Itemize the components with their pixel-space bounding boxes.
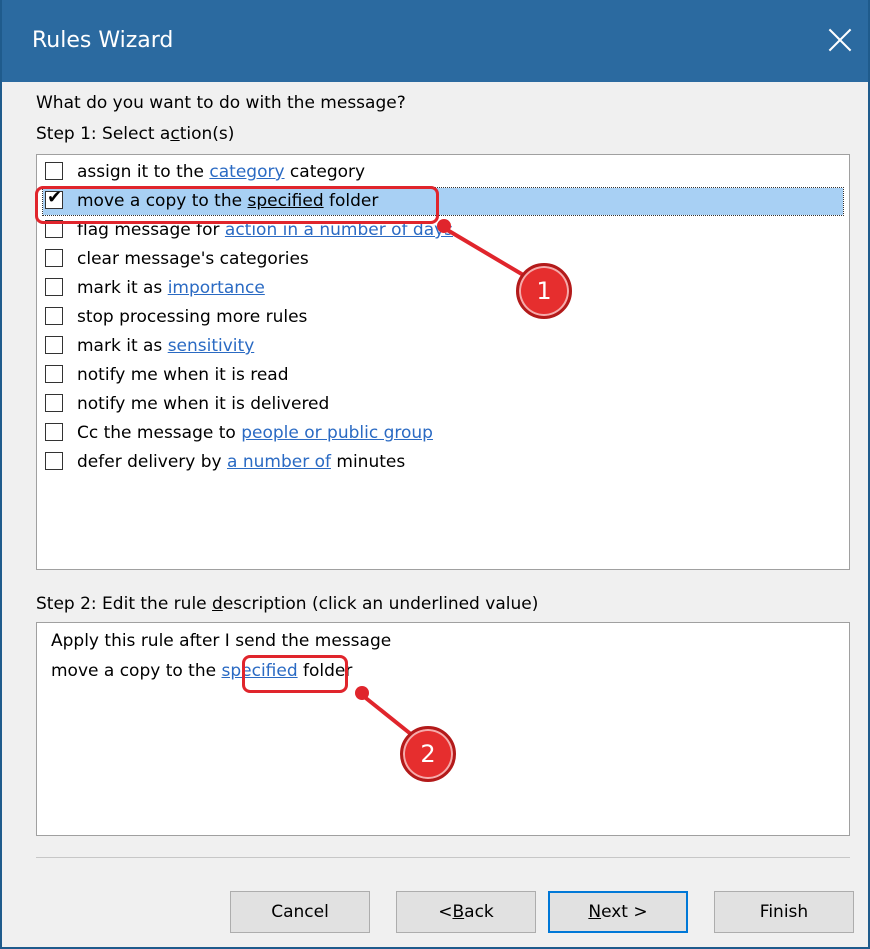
divider bbox=[36, 857, 850, 858]
action-value-link[interactable]: a number of bbox=[227, 452, 331, 472]
action-label: notify me when it is read bbox=[77, 365, 289, 385]
checkbox[interactable] bbox=[45, 365, 63, 383]
prompt-text: What do you want to do with the message? bbox=[36, 93, 406, 113]
finish-button[interactable]: Finish bbox=[714, 891, 854, 933]
action-value-link[interactable]: sensitivity bbox=[168, 336, 255, 356]
action-label: assign it to the category category bbox=[77, 162, 366, 182]
highlight-box-1 bbox=[35, 186, 439, 224]
action-row[interactable]: Cc the message to people or public group bbox=[43, 420, 843, 447]
close-icon[interactable] bbox=[822, 22, 858, 58]
checkbox[interactable] bbox=[45, 162, 63, 180]
next-button[interactable]: Next > bbox=[548, 891, 688, 933]
checkbox[interactable] bbox=[45, 423, 63, 441]
action-row[interactable]: defer delivery by a number of minutes bbox=[43, 449, 843, 476]
action-row[interactable]: mark it as sensitivity bbox=[43, 333, 843, 360]
action-label: mark it as sensitivity bbox=[77, 336, 255, 356]
rules-wizard-dialog: Rules Wizard What do you want to do with… bbox=[0, 0, 870, 949]
action-label: mark it as importance bbox=[77, 278, 265, 298]
step2-label: Step 2: Edit the rule description (click… bbox=[36, 594, 539, 614]
window-title: Rules Wizard bbox=[32, 28, 174, 53]
callout-badge-1: 1 bbox=[516, 263, 572, 319]
checkbox[interactable] bbox=[45, 278, 63, 296]
title-bar: Rules Wizard bbox=[2, 0, 868, 82]
description-line-1: Apply this rule after I send the message bbox=[51, 631, 392, 651]
action-row[interactable]: mark it as importance bbox=[43, 275, 843, 302]
action-row[interactable]: stop processing more rules bbox=[43, 304, 843, 331]
back-button[interactable]: < Back bbox=[396, 891, 536, 933]
checkbox[interactable] bbox=[45, 336, 63, 354]
step1-label: Step 1: Select action(s) bbox=[36, 124, 235, 144]
action-value-link[interactable]: people or public group bbox=[241, 423, 433, 443]
action-row[interactable]: notify me when it is delivered bbox=[43, 391, 843, 418]
cancel-button[interactable]: Cancel bbox=[230, 891, 370, 933]
highlight-box-2 bbox=[242, 655, 348, 693]
action-value-link[interactable]: category bbox=[209, 162, 284, 182]
checkbox[interactable] bbox=[45, 249, 63, 267]
action-row[interactable]: notify me when it is read bbox=[43, 362, 843, 389]
action-label: defer delivery by a number of minutes bbox=[77, 452, 406, 472]
callout-badge-2: 2 bbox=[400, 726, 456, 782]
action-row[interactable]: clear message's categories bbox=[43, 246, 843, 273]
action-label: Cc the message to people or public group bbox=[77, 423, 433, 443]
checkbox[interactable] bbox=[45, 394, 63, 412]
action-label: stop processing more rules bbox=[77, 307, 308, 327]
action-label: clear message's categories bbox=[77, 249, 309, 269]
checkbox[interactable] bbox=[45, 307, 63, 325]
action-label: notify me when it is delivered bbox=[77, 394, 330, 414]
rule-description-box: Apply this rule after I send the message… bbox=[36, 622, 850, 836]
action-row[interactable]: assign it to the category category bbox=[43, 159, 843, 186]
action-value-link[interactable]: importance bbox=[168, 278, 265, 298]
checkbox[interactable] bbox=[45, 452, 63, 470]
